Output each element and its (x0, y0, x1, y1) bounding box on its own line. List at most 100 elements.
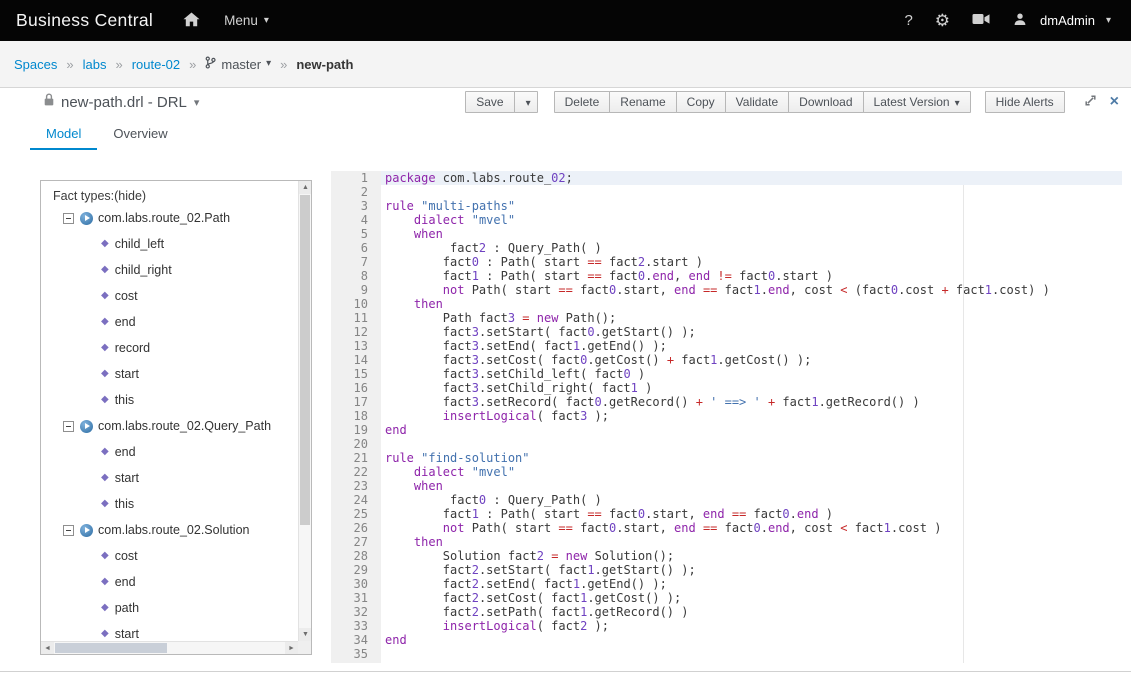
fact-field-row[interactable]: ◆end (41, 309, 298, 335)
fact-field-row[interactable]: ◆this (41, 491, 298, 517)
drl-source-editor[interactable]: 1234567891011121314151617181920212223242… (331, 171, 1122, 663)
fact-types-panel: Fact types:(hide) com.labs.route_02.Path… (40, 180, 312, 655)
breadcrumb-spaces[interactable]: Spaces (14, 57, 57, 72)
rename-button[interactable]: Rename (609, 91, 676, 113)
save-dropdown-toggle[interactable]: ▾ (514, 91, 538, 113)
home-button[interactable] (171, 0, 212, 41)
line-number: 5 (331, 227, 368, 241)
line-number: 1 (331, 171, 368, 185)
code-line: fact3.setChild_right( fact1 ) (381, 381, 1122, 395)
horizontal-scrollbar[interactable]: ◄ ► (41, 641, 298, 654)
latest-version-dropdown[interactable]: Latest Version▾ (863, 91, 971, 113)
code-line: insertLogical( fact2 ); (381, 619, 1122, 633)
breadcrumb-separator: » (66, 57, 73, 72)
chevron-down-icon: ▾ (1106, 16, 1111, 26)
editor-tabs: Model Overview (0, 116, 1131, 150)
settings-button[interactable]: ⚙ (924, 0, 961, 41)
scroll-left-arrow[interactable]: ◄ (41, 642, 54, 655)
user-menu[interactable]: dmAdmin ▾ (1001, 0, 1123, 41)
fact-field-row[interactable]: ◆start (41, 361, 298, 387)
user-icon (1013, 12, 1027, 29)
fact-field-row[interactable]: ◆child_left (41, 231, 298, 257)
help-button[interactable]: ? (893, 0, 923, 41)
camera-button[interactable] (961, 0, 1001, 41)
delete-button[interactable]: Delete (554, 91, 611, 113)
scroll-up-arrow[interactable]: ▲ (299, 181, 312, 194)
code-line: rule "find-solution" (381, 451, 1122, 465)
fact-field-row[interactable]: ◆cost (41, 543, 298, 569)
line-number: 17 (331, 395, 368, 409)
fact-class-row[interactable]: com.labs.route_02.Solution (41, 517, 298, 543)
code-line: Path fact3 = new Path(); (381, 311, 1122, 325)
code-line: fact2.setEnd( fact1.getEnd() ); (381, 577, 1122, 591)
fact-field-row[interactable]: ◆path (41, 595, 298, 621)
fact-class-icon (80, 212, 93, 225)
fact-field-label: start (115, 367, 139, 381)
fact-field-row[interactable]: ◆record (41, 335, 298, 361)
close-editor-button[interactable]: × (1106, 92, 1123, 112)
branch-selector[interactable]: master ▾ (205, 56, 271, 72)
tab-model[interactable]: Model (30, 116, 97, 150)
breadcrumb-project[interactable]: route-02 (132, 57, 180, 72)
brand-logo[interactable]: Business Central (0, 10, 171, 31)
hide-alerts-button[interactable]: Hide Alerts (985, 91, 1065, 113)
menu-dropdown[interactable]: Menu ▾ (212, 0, 281, 41)
fact-class-row[interactable]: com.labs.route_02.Query_Path (41, 413, 298, 439)
latest-version-label: Latest Version (874, 95, 950, 109)
fullscreen-button[interactable] (1080, 92, 1101, 112)
fact-field-row[interactable]: ◆child_right (41, 257, 298, 283)
save-button[interactable]: Save (465, 91, 514, 113)
scroll-right-arrow[interactable]: ► (285, 642, 298, 655)
hide-fact-types-link[interactable]: (hide) (114, 189, 146, 203)
code-area[interactable]: package com.labs.route_02;rule "multi-pa… (381, 171, 1122, 663)
lock-icon (44, 93, 54, 111)
line-number: 21 (331, 451, 368, 465)
code-line: when (381, 227, 1122, 241)
fact-field-row[interactable]: ◆end (41, 569, 298, 595)
fact-class-label: com.labs.route_02.Query_Path (98, 419, 271, 433)
fact-field-label: path (115, 601, 139, 615)
fact-field-row[interactable]: ◆ end (41, 439, 298, 465)
tab-overview[interactable]: Overview (97, 116, 183, 150)
line-number: 25 (331, 507, 368, 521)
horizontal-scroll-thumb[interactable] (55, 643, 167, 653)
chevron-down-icon: ▾ (526, 98, 531, 109)
gear-icon: ⚙ (935, 12, 950, 29)
fact-field-label: end (115, 575, 136, 589)
collapse-toggle-icon[interactable] (63, 421, 74, 432)
line-number: 12 (331, 325, 368, 339)
code-line: insertLogical( fact3 ); (381, 409, 1122, 423)
fact-field-row[interactable]: ◆start (41, 621, 298, 641)
vertical-scrollbar[interactable]: ▲ ▼ (298, 181, 311, 641)
scroll-down-arrow[interactable]: ▼ (299, 628, 312, 641)
git-branch-icon (205, 56, 216, 72)
fact-field-label: end (115, 445, 136, 459)
download-button[interactable]: Download (788, 91, 863, 113)
breadcrumb-space-labs[interactable]: labs (83, 57, 107, 72)
code-line: fact0 : Path( start == fact2.start ) (381, 255, 1122, 269)
fact-field-row[interactable]: ◆start (41, 465, 298, 491)
validate-button[interactable]: Validate (725, 91, 789, 113)
title-dropdown-caret-icon[interactable]: ▾ (194, 96, 200, 109)
field-diamond-icon: ◆ (101, 447, 109, 457)
collapse-toggle-icon[interactable] (63, 213, 74, 224)
collapse-toggle-icon[interactable] (63, 525, 74, 536)
fact-field-row[interactable]: ◆cost (41, 283, 298, 309)
editor-action-buttons: Save ▾ Delete Rename Copy Validate Downl… (465, 91, 1123, 113)
line-number: 23 (331, 479, 368, 493)
line-number: 24 (331, 493, 368, 507)
line-number: 32 (331, 605, 368, 619)
fact-field-label: start (115, 471, 139, 485)
code-line: fact1 : Path( start == fact0.end, end !=… (381, 269, 1122, 283)
fact-class-row[interactable]: com.labs.route_02.Path (41, 205, 298, 231)
code-line: dialect "mvel" (381, 213, 1122, 227)
copy-button[interactable]: Copy (676, 91, 726, 113)
line-number: 16 (331, 381, 368, 395)
fact-field-row[interactable]: ◆this (41, 387, 298, 413)
help-icon: ? (904, 12, 912, 29)
fact-types-title-text: Fact types: (53, 189, 114, 203)
vertical-scroll-thumb[interactable] (300, 195, 310, 525)
line-number: 33 (331, 619, 368, 633)
line-number: 8 (331, 269, 368, 283)
fact-field-label: this (115, 497, 134, 511)
